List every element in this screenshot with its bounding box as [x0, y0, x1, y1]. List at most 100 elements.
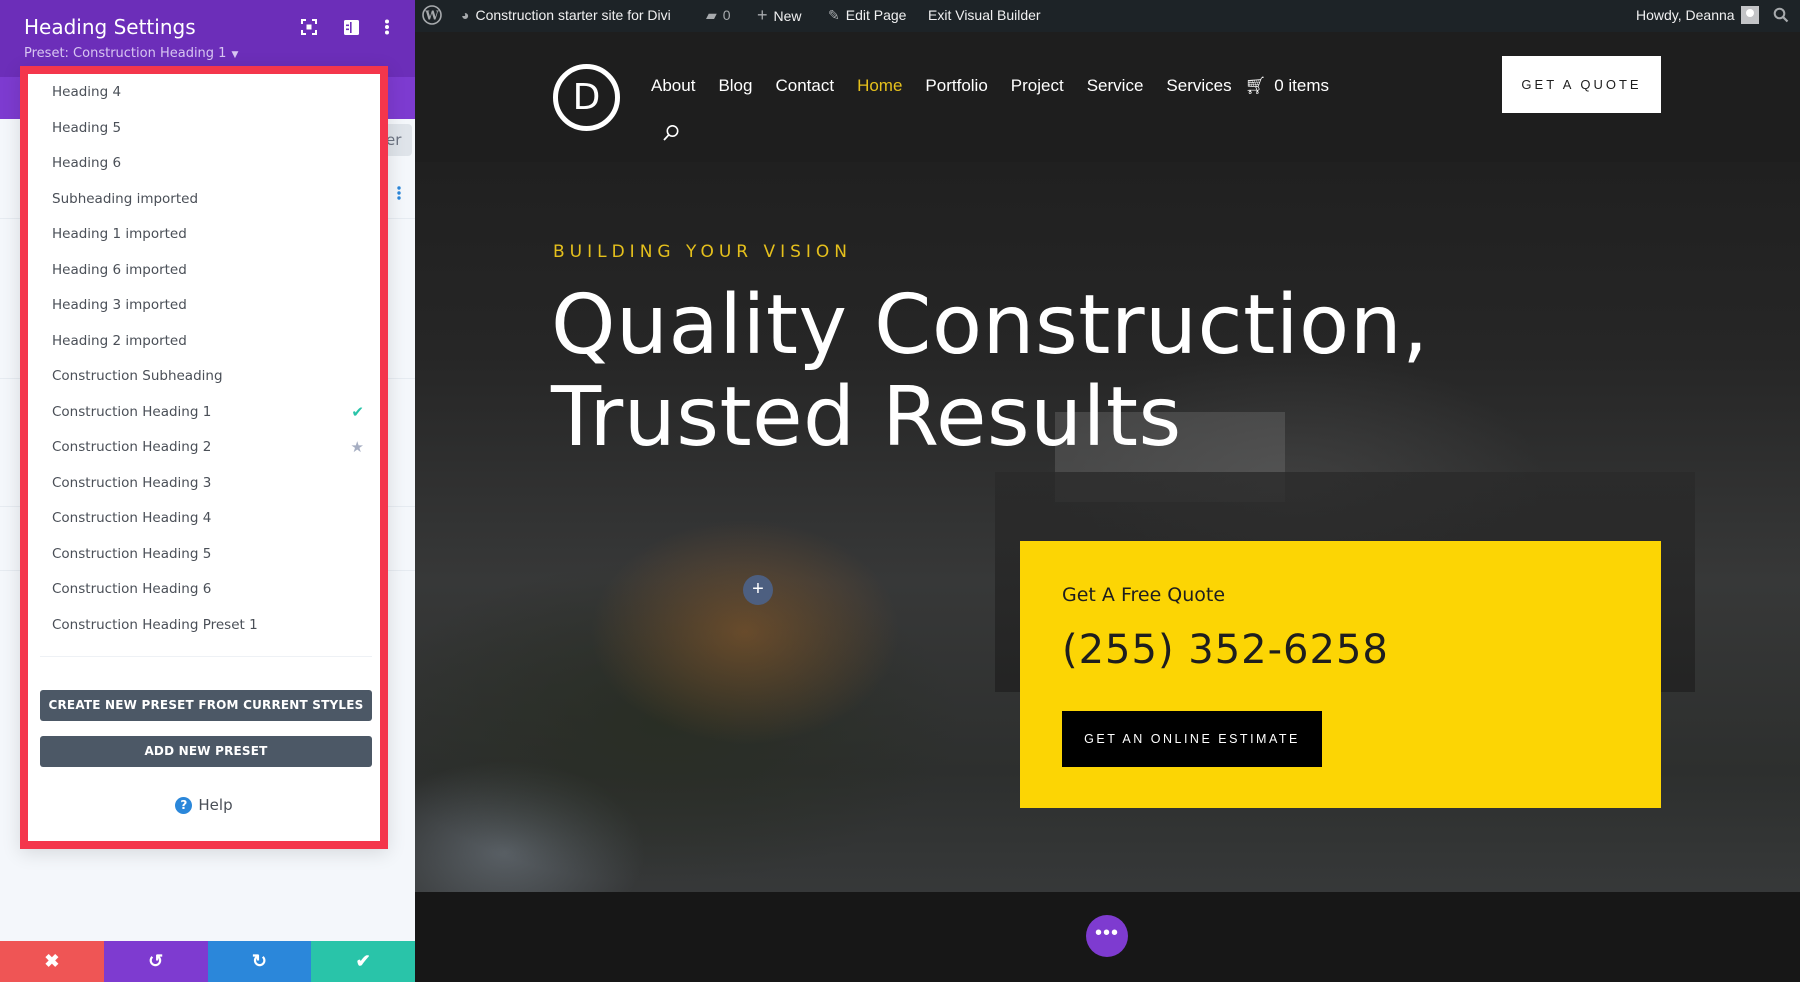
- new-label: New: [773, 8, 802, 24]
- hero-heading-line-2: Trusted Results: [551, 370, 1182, 465]
- preset-option-label: Construction Heading 6: [52, 581, 212, 597]
- comments-count: 0: [722, 7, 731, 23]
- preset-option-label: Heading 2 imported: [52, 332, 187, 349]
- redo-button[interactable]: ↻: [207, 941, 312, 982]
- create-preset-from-styles-button[interactable]: CREATE NEW PRESET FROM CURRENT STYLES: [40, 690, 372, 721]
- caret-down-icon: ▼: [231, 50, 239, 60]
- preset-option-label: Construction Heading 5: [52, 545, 212, 562]
- preset-option[interactable]: Heading 5: [52, 113, 364, 143]
- get-a-quote-button[interactable]: GET A QUOTE: [1502, 56, 1661, 113]
- preset-option-label: Heading 3 imported: [52, 297, 187, 313]
- undo-button[interactable]: ↺: [103, 941, 208, 982]
- preset-option[interactable]: Construction Heading Preset 1: [52, 610, 364, 640]
- cart-label: 0 items: [1274, 76, 1329, 95]
- nav-item-blog[interactable]: Blog: [718, 76, 752, 96]
- preset-label: Preset: Construction Heading 1: [24, 46, 227, 61]
- plus-icon: +: [757, 5, 768, 25]
- site-preview: D About Blog Contact Home Portfolio Project Se…: [415, 32, 1800, 982]
- close-icon: ✖: [44, 951, 60, 971]
- site-header: D About Blog Contact Home Portfolio Project Se…: [415, 32, 1800, 162]
- admin-search-icon[interactable]: [1773, 0, 1789, 32]
- preset-option-label: Heading 4: [52, 84, 122, 100]
- modal-action-bar: ✖ ↺ ↻ ✔: [0, 941, 415, 982]
- svg-text:W: W: [424, 9, 439, 23]
- preset-option-label: Construction Subheading: [52, 368, 223, 384]
- cart-icon: 🛒︎: [1244, 76, 1267, 95]
- user-account-menu[interactable]: Howdy, Deanna: [1636, 0, 1759, 32]
- kebab-menu-icon[interactable]: [377, 17, 397, 37]
- search-icon[interactable]: [662, 124, 682, 144]
- preset-selector[interactable]: Preset: Construction Heading 1 ▼: [24, 46, 238, 61]
- dropdown-divider: [40, 656, 372, 657]
- hero-heading[interactable]: Quality Construction, Trusted Results: [551, 280, 1429, 464]
- preset-option-label: Subheading imported: [52, 190, 199, 207]
- nav-item-project[interactable]: Project: [1011, 76, 1064, 96]
- new-content-link[interactable]: + New: [757, 0, 802, 32]
- preset-option[interactable]: Construction Heading 2 ★: [52, 432, 364, 462]
- cart-link[interactable]: 🛒︎ 0 items: [1245, 76, 1329, 96]
- edit-page-link[interactable]: ✎ Edit Page: [828, 0, 906, 32]
- undo-icon: ↺: [148, 951, 164, 971]
- help-label: Help: [198, 796, 233, 814]
- avatar: [1740, 6, 1759, 24]
- add-module-button[interactable]: +: [743, 575, 773, 605]
- preset-option-label: Heading 1 imported: [52, 226, 187, 242]
- dashboard-icon: ◕: [461, 7, 470, 23]
- nav-item-services[interactable]: Services: [1166, 76, 1231, 96]
- add-new-preset-button[interactable]: ADD NEW PRESET: [40, 736, 372, 767]
- preset-option-label: Heading 5: [52, 119, 122, 136]
- main-nav: About Blog Contact Home Portfolio Project Serv…: [651, 76, 1329, 96]
- comments-link[interactable]: ▰ 0: [706, 0, 731, 32]
- preset-option[interactable]: Construction Heading 3: [52, 468, 364, 498]
- preset-option[interactable]: Construction Heading 4: [52, 503, 364, 533]
- nav-item-portfolio[interactable]: Portfolio: [925, 76, 987, 96]
- preset-option-label: Heading 6 imported: [52, 261, 187, 278]
- hero-heading-line-1: Quality Construction,: [551, 278, 1429, 373]
- sidebar-layout-icon[interactable]: [341, 17, 361, 37]
- exit-visual-builder-link[interactable]: Exit Visual Builder: [928, 0, 1041, 32]
- help-link[interactable]: ? Help: [28, 796, 380, 814]
- preset-option[interactable]: Construction Heading 6: [52, 574, 364, 604]
- sidebar-title: Heading Settings: [24, 15, 196, 39]
- preset-option[interactable]: Heading 1 imported: [52, 219, 364, 249]
- preset-option[interactable]: Construction Subheading: [52, 361, 364, 391]
- online-estimate-button[interactable]: GET AN ONLINE ESTIMATE: [1062, 711, 1322, 767]
- check-icon: ✔: [355, 951, 371, 971]
- preset-option-label: Construction Heading 4: [52, 510, 212, 526]
- preset-option[interactable]: Heading 4: [52, 77, 364, 107]
- wp-admin-bar: W ◕ Construction starter site for Divi ▰ 0…: [415, 0, 1800, 32]
- preset-option[interactable]: Subheading imported: [52, 184, 364, 214]
- wordpress-logo-icon[interactable]: W: [422, 0, 442, 32]
- preset-option-label: Construction Heading 2: [52, 439, 212, 455]
- preset-option-label: Heading 6: [52, 155, 122, 171]
- nav-item-about[interactable]: About: [651, 76, 695, 96]
- quote-box-label: Get A Free Quote: [1062, 584, 1226, 606]
- preset-option[interactable]: Heading 6: [52, 148, 364, 178]
- preset-option[interactable]: Heading 6 imported: [52, 255, 364, 285]
- save-button[interactable]: ✔: [311, 941, 415, 982]
- pencil-icon: ✎: [828, 7, 840, 23]
- phone-number[interactable]: (255) 352-6258: [1062, 627, 1389, 673]
- preset-option-label: Construction Heading 1: [52, 403, 212, 420]
- nav-item-home[interactable]: Home: [857, 76, 902, 96]
- quote-box: Get A Free Quote (255) 352-6258 GET AN O…: [1020, 541, 1661, 808]
- options-dots-icon[interactable]: [396, 186, 402, 200]
- star-icon[interactable]: ★: [351, 432, 364, 462]
- greeting: Howdy, Deanna: [1636, 7, 1735, 23]
- preset-option[interactable]: Construction Heading 1 ✔: [52, 397, 364, 427]
- page-settings-button[interactable]: •••: [1086, 915, 1128, 957]
- nav-item-service[interactable]: Service: [1087, 76, 1144, 96]
- hero-section: BUILDING YOUR VISION Quality Constructio…: [415, 162, 1800, 924]
- check-icon: ✔: [351, 402, 364, 421]
- fullscreen-icon[interactable]: [299, 17, 319, 37]
- preset-option[interactable]: Heading 2 imported: [52, 326, 364, 356]
- nav-item-contact[interactable]: Contact: [775, 76, 834, 96]
- site-name-link[interactable]: ◕ Construction starter site for Divi: [461, 0, 671, 32]
- preset-option-label: Construction Heading Preset 1: [52, 616, 258, 633]
- discard-button[interactable]: ✖: [0, 941, 104, 982]
- site-name: Construction starter site for Divi: [475, 7, 671, 23]
- preset-option[interactable]: Heading 3 imported: [52, 290, 364, 320]
- site-logo[interactable]: D: [553, 64, 620, 131]
- preset-dropdown: Heading 4 Heading 5 Heading 6 Subheading im…: [20, 66, 388, 849]
- preset-option[interactable]: Construction Heading 5: [52, 539, 364, 569]
